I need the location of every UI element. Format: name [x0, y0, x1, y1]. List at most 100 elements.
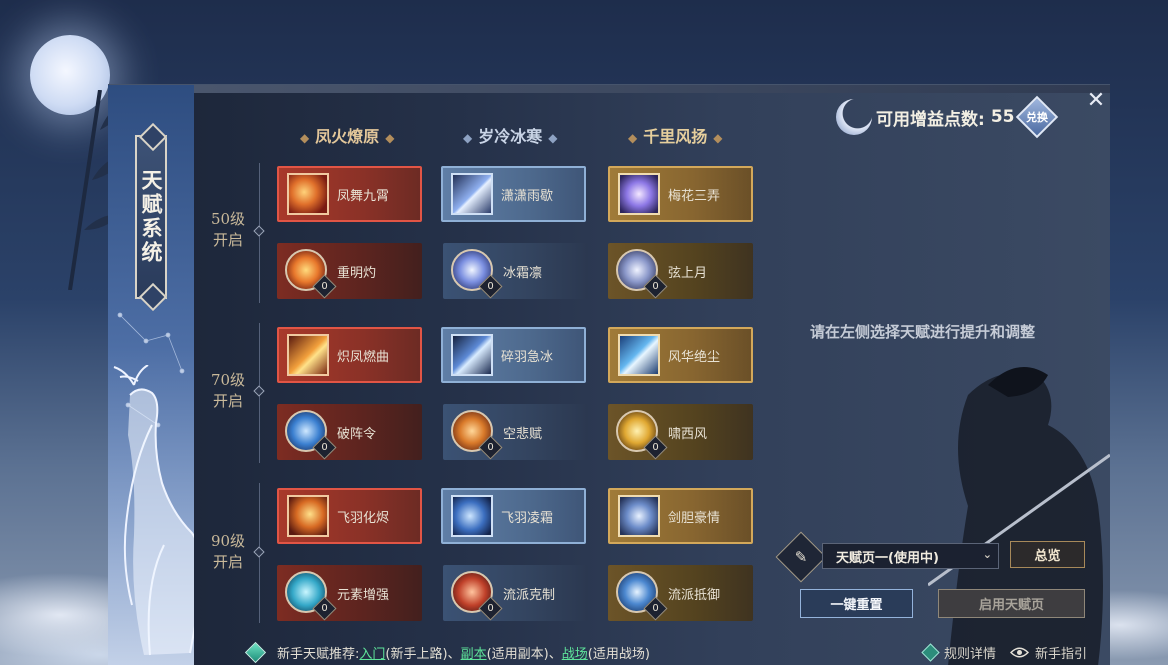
tier-marker: [253, 225, 265, 237]
available-points: 可用增益点数: 55 兑换: [836, 95, 1059, 139]
talent-card-fengwu[interactable]: 凤舞九霄: [277, 166, 422, 222]
enable-page-button[interactable]: 启用天赋页: [938, 589, 1085, 618]
link-battlefield[interactable]: 战场: [562, 643, 588, 662]
diamond-icon: ◆: [713, 131, 723, 145]
tier-label-90: 90级 开启: [202, 531, 254, 573]
panel-title: 天赋系统: [139, 169, 164, 265]
column-header-wind: ◆ 千里风扬 ◆: [622, 123, 728, 147]
talent-card-xiaoxifeng[interactable]: 0 啸西风: [608, 404, 753, 460]
recommendation-bar: 新手天赋推荐: 入门 (新手上路)、 副本 (适用副本)、 战场 (适用战场): [244, 641, 650, 663]
beginner-guide-button[interactable]: 新手指引: [1010, 641, 1087, 663]
crescent-points-icon: [836, 99, 872, 135]
diamond-icon: ◆: [463, 131, 473, 145]
panel-top-border: [193, 85, 1110, 93]
talent-card-yuansu[interactable]: 0 元素增强: [277, 565, 422, 621]
wind-wave-icon: [618, 334, 660, 376]
rules-detail-button[interactable]: 规则详情: [921, 641, 997, 663]
talent-level-badge: 0: [312, 596, 337, 621]
talent-card-bingshuang[interactable]: 0 冰霜凛: [443, 243, 588, 299]
talent-name: 空悲赋: [503, 426, 543, 442]
diamond-icon: ◆: [628, 131, 638, 145]
talent-card-meihua[interactable]: 梅花三弄: [608, 166, 753, 222]
talent-card-fenghua[interactable]: 风华绝尘: [608, 327, 753, 383]
rename-page-button[interactable]: ✎: [775, 531, 827, 583]
ice-shard-icon: [451, 334, 493, 376]
diamond-icon: ◆: [385, 131, 395, 145]
talent-card-kongbei[interactable]: 0 空悲赋: [443, 404, 588, 460]
talent-name: 流派克制: [503, 587, 556, 603]
eye-icon: [1010, 647, 1029, 657]
link-battlefield-desc: (适用战场): [587, 646, 650, 662]
talent-page-select[interactable]: 天赋页一(使用中) ⌄: [822, 543, 999, 569]
tier-status: 开启: [212, 553, 243, 571]
left-decor-strip: 天赋系统: [108, 85, 194, 665]
tier-marker: [253, 385, 265, 397]
talent-name: 梅花三弄: [668, 188, 721, 204]
fire-slash-icon: [287, 334, 329, 376]
link-beginner[interactable]: 入门: [359, 643, 385, 662]
tier-label-70: 70级 开启: [202, 370, 254, 412]
tier-status: 开启: [212, 392, 243, 410]
talent-card-chifeng[interactable]: 炽凤燃曲: [277, 327, 422, 383]
help-icon: [921, 642, 940, 662]
pencil-icon: ✎: [794, 548, 808, 566]
talent-card-pozhen[interactable]: 0 破阵令: [277, 404, 422, 460]
talent-name: 飞羽化烬: [337, 510, 390, 526]
rules-label: 规则详情: [944, 646, 997, 662]
link-beginner-desc: (新手上路)、: [385, 646, 461, 662]
tier-marker: [253, 546, 265, 558]
talent-level-badge: 0: [643, 435, 668, 460]
talent-name: 元素增强: [337, 587, 390, 603]
talent-level-badge: 0: [478, 274, 503, 299]
tier-status: 开启: [212, 231, 243, 249]
diamond-icon: ◆: [548, 131, 558, 145]
points-value: 55: [990, 107, 1015, 127]
guide-label: 新手指引: [1035, 646, 1088, 662]
diamond-icon: ◆: [300, 131, 310, 145]
talent-name: 弦上月: [668, 265, 708, 281]
exchange-button[interactable]: 兑换: [1016, 95, 1059, 139]
talent-level-badge: 0: [478, 435, 503, 460]
talent-name: 重明灼: [337, 265, 377, 281]
talent-page-value: 天赋页一(使用中): [836, 550, 939, 566]
talent-name: 流派抵御: [668, 587, 721, 603]
title-banner: 天赋系统: [135, 135, 167, 299]
column-header-frost: ◆ 岁冷冰寒 ◆: [457, 123, 563, 147]
tier-label-50: 50级 开启: [202, 209, 254, 251]
overview-button[interactable]: 总览: [1010, 541, 1085, 568]
talent-name: 潇潇雨歇: [501, 188, 554, 204]
talent-name: 剑胆豪情: [668, 510, 721, 526]
column-name: 千里风扬: [643, 127, 708, 146]
talent-card-chongming[interactable]: 0 重明灼: [277, 243, 422, 299]
selection-hint: 请在左侧选择天赋进行提升和调整: [810, 323, 1036, 341]
talent-name: 破阵令: [337, 426, 377, 442]
talent-card-suiyu[interactable]: 碎羽急冰: [441, 327, 586, 383]
talent-card-xianshang[interactable]: 0 弦上月: [608, 243, 753, 299]
talent-card-liupai-kezhi[interactable]: 0 流派克制: [443, 565, 588, 621]
talent-name: 冰霜凛: [503, 265, 543, 281]
tier-level: 90级: [210, 532, 246, 550]
talent-level-badge: 0: [312, 274, 337, 299]
tip-gem-icon: [244, 641, 267, 663]
talent-level-badge: 0: [312, 435, 337, 460]
talent-panel: 天赋系统 ◆ 凤火燎原 ◆ ◆ 岁冷冰寒 ◆ ◆ 千里风扬 ◆ 50级 开启 70级 开启 …: [108, 84, 1110, 665]
points-label: 可用增益点数:: [876, 109, 985, 130]
talent-card-jiandan[interactable]: 剑胆豪情: [608, 488, 753, 544]
talent-level-badge: 0: [478, 596, 503, 621]
talent-name: 凤舞九霄: [337, 188, 390, 204]
talent-card-feiyu-huajin[interactable]: 飞羽化烬: [277, 488, 422, 544]
tier-level: 50级: [210, 210, 246, 228]
ice-wing-icon: [451, 495, 493, 537]
close-icon[interactable]: ✕: [1084, 89, 1108, 113]
talent-card-xiaoxiao[interactable]: 潇潇雨歇: [441, 166, 586, 222]
talent-name: 风华绝尘: [668, 349, 721, 365]
talent-card-feiyu-lingshuang[interactable]: 飞羽凌霜: [441, 488, 586, 544]
column-header-fire: ◆ 凤火燎原 ◆: [294, 123, 400, 147]
sword-bundle-icon: [618, 495, 660, 537]
link-dungeon[interactable]: 副本: [461, 643, 487, 662]
reset-button[interactable]: 一键重置: [800, 589, 913, 618]
talent-name: 碎羽急冰: [501, 349, 554, 365]
talent-card-liupai-diyu[interactable]: 0 流派抵御: [608, 565, 753, 621]
rain-blade-icon: [451, 173, 493, 215]
fire-wing-icon: [287, 495, 329, 537]
